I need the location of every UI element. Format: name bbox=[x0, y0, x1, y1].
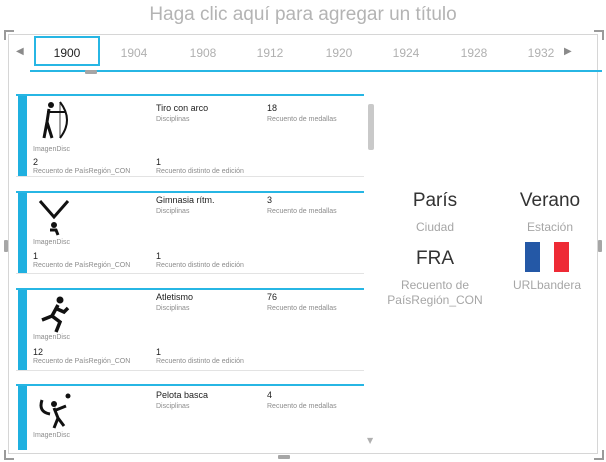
list-item[interactable]: ImagenDisc Atletismo Disciplinas 76 Recu… bbox=[16, 288, 364, 372]
flag-image bbox=[525, 242, 570, 272]
season-value: Verano bbox=[519, 190, 581, 211]
discipline-value: Tiro con arco bbox=[156, 103, 209, 113]
editions-value: 1 bbox=[156, 251, 162, 261]
countries-label: Recuento de PaísRegión_CON bbox=[33, 358, 131, 365]
season-label: Estación bbox=[526, 220, 574, 234]
medals-value: 4 bbox=[267, 390, 273, 400]
discipline-label: Disciplinas bbox=[156, 305, 190, 312]
editions-value: 1 bbox=[156, 157, 162, 167]
image-label: ImagenDisc bbox=[33, 334, 70, 341]
countries-value: 2 bbox=[33, 157, 39, 167]
athletics-icon bbox=[41, 296, 70, 333]
discipline-value: Gimnasia rítm. bbox=[156, 195, 215, 205]
resize-corner-bl[interactable] bbox=[4, 450, 14, 460]
image-label: ImagenDisc bbox=[33, 146, 70, 153]
basque-pelota-icon bbox=[39, 393, 71, 429]
card-top-line bbox=[16, 191, 364, 193]
timeline-year[interactable]: 1912 bbox=[245, 46, 295, 60]
medals-label: Recuento de medallas bbox=[267, 116, 337, 123]
page-title[interactable]: Haga clic aquí para agregar un título bbox=[0, 4, 606, 26]
discipline-label: Disciplinas bbox=[156, 403, 190, 410]
timeline-axis-line bbox=[30, 70, 602, 72]
resize-handle-bottom[interactable] bbox=[278, 455, 290, 459]
editions-label: Recuento distinto de edición bbox=[156, 262, 244, 269]
timeline-year-selected[interactable]: 1900 bbox=[42, 46, 92, 60]
rhythmic-gymnastics-icon bbox=[38, 200, 70, 236]
discipline-value: Pelota basca bbox=[156, 390, 209, 400]
editions-label: Recuento distinto de edición bbox=[156, 168, 244, 175]
countries-label: Recuento de PaísRegión_CON bbox=[33, 262, 131, 269]
year-timeline: ◀ 1900 1904 1908 1912 1920 1924 1928 193… bbox=[8, 36, 602, 72]
card-bottom-line bbox=[16, 370, 364, 371]
medals-label: Recuento de medallas bbox=[267, 305, 337, 312]
timeline-year[interactable]: 1928 bbox=[449, 46, 499, 60]
city-value: París bbox=[412, 190, 458, 211]
discipline-label: Disciplinas bbox=[156, 116, 190, 123]
card-top-line bbox=[16, 288, 364, 290]
list-item[interactable]: ImagenDisc Gimnasia rítm. Disciplinas 3 … bbox=[16, 191, 364, 275]
list-item[interactable]: ImagenDisc Pelota basca Disciplinas 4 Re… bbox=[16, 384, 364, 450]
flag-stripe-red bbox=[554, 242, 570, 272]
resize-handle-right[interactable] bbox=[598, 240, 602, 252]
discipline-label: Disciplinas bbox=[156, 208, 190, 215]
medals-value: 18 bbox=[267, 103, 278, 113]
timeline-left-arrow-icon[interactable]: ◀ bbox=[16, 46, 24, 57]
countries-label: Recuento de PaísRegión_CON bbox=[33, 168, 131, 175]
flag-stripe-blue bbox=[525, 242, 540, 272]
medals-label: Recuento de medallas bbox=[267, 403, 337, 410]
medals-value: 3 bbox=[267, 195, 273, 205]
card-accent-bar bbox=[18, 290, 27, 370]
card-top-line bbox=[16, 384, 364, 386]
discipline-value: Atletismo bbox=[156, 292, 194, 302]
editions-label: Recuento distinto de edición bbox=[156, 358, 244, 365]
list-item[interactable]: ImagenDisc Tiro con arco Disciplinas 18 … bbox=[16, 94, 364, 178]
discipline-list[interactable]: ImagenDisc Tiro con arco Disciplinas 18 … bbox=[16, 88, 374, 450]
card-accent-bar bbox=[18, 386, 27, 450]
list-scrollbar[interactable] bbox=[368, 104, 374, 150]
flag-stripe-white bbox=[539, 242, 555, 272]
image-label: ImagenDisc bbox=[33, 432, 70, 439]
card-accent-bar bbox=[18, 96, 27, 176]
timeline-year[interactable]: 1904 bbox=[109, 46, 159, 60]
resize-handle-left[interactable] bbox=[4, 240, 8, 252]
archery-icon bbox=[42, 101, 68, 139]
card-bottom-line bbox=[16, 176, 364, 177]
country-count-label: Recuento de PaísRegión_CON bbox=[387, 278, 483, 307]
card-accent-bar bbox=[18, 193, 27, 273]
editions-value: 1 bbox=[156, 347, 162, 357]
card-top-line bbox=[16, 94, 364, 96]
city-label: Ciudad bbox=[415, 220, 455, 234]
medals-label: Recuento de medallas bbox=[267, 208, 337, 215]
image-label: ImagenDisc bbox=[33, 239, 70, 246]
flag-label: URLbandera bbox=[512, 278, 582, 292]
countries-value: 1 bbox=[33, 251, 39, 261]
timeline-year[interactable]: 1908 bbox=[178, 46, 228, 60]
timeline-year[interactable]: 1920 bbox=[314, 46, 364, 60]
countries-value: 12 bbox=[33, 347, 44, 357]
resize-corner-br[interactable] bbox=[594, 450, 604, 460]
timeline-year[interactable]: 1924 bbox=[381, 46, 431, 60]
country-code-value: FRA bbox=[416, 248, 454, 269]
scroll-down-icon[interactable]: ▼ bbox=[367, 436, 373, 445]
timeline-year[interactable]: 1932 bbox=[516, 46, 566, 60]
resize-handle-top[interactable] bbox=[85, 70, 97, 74]
medals-value: 76 bbox=[267, 292, 278, 302]
timeline-right-arrow-icon[interactable]: ▶ bbox=[564, 46, 572, 57]
card-bottom-line bbox=[16, 273, 364, 274]
